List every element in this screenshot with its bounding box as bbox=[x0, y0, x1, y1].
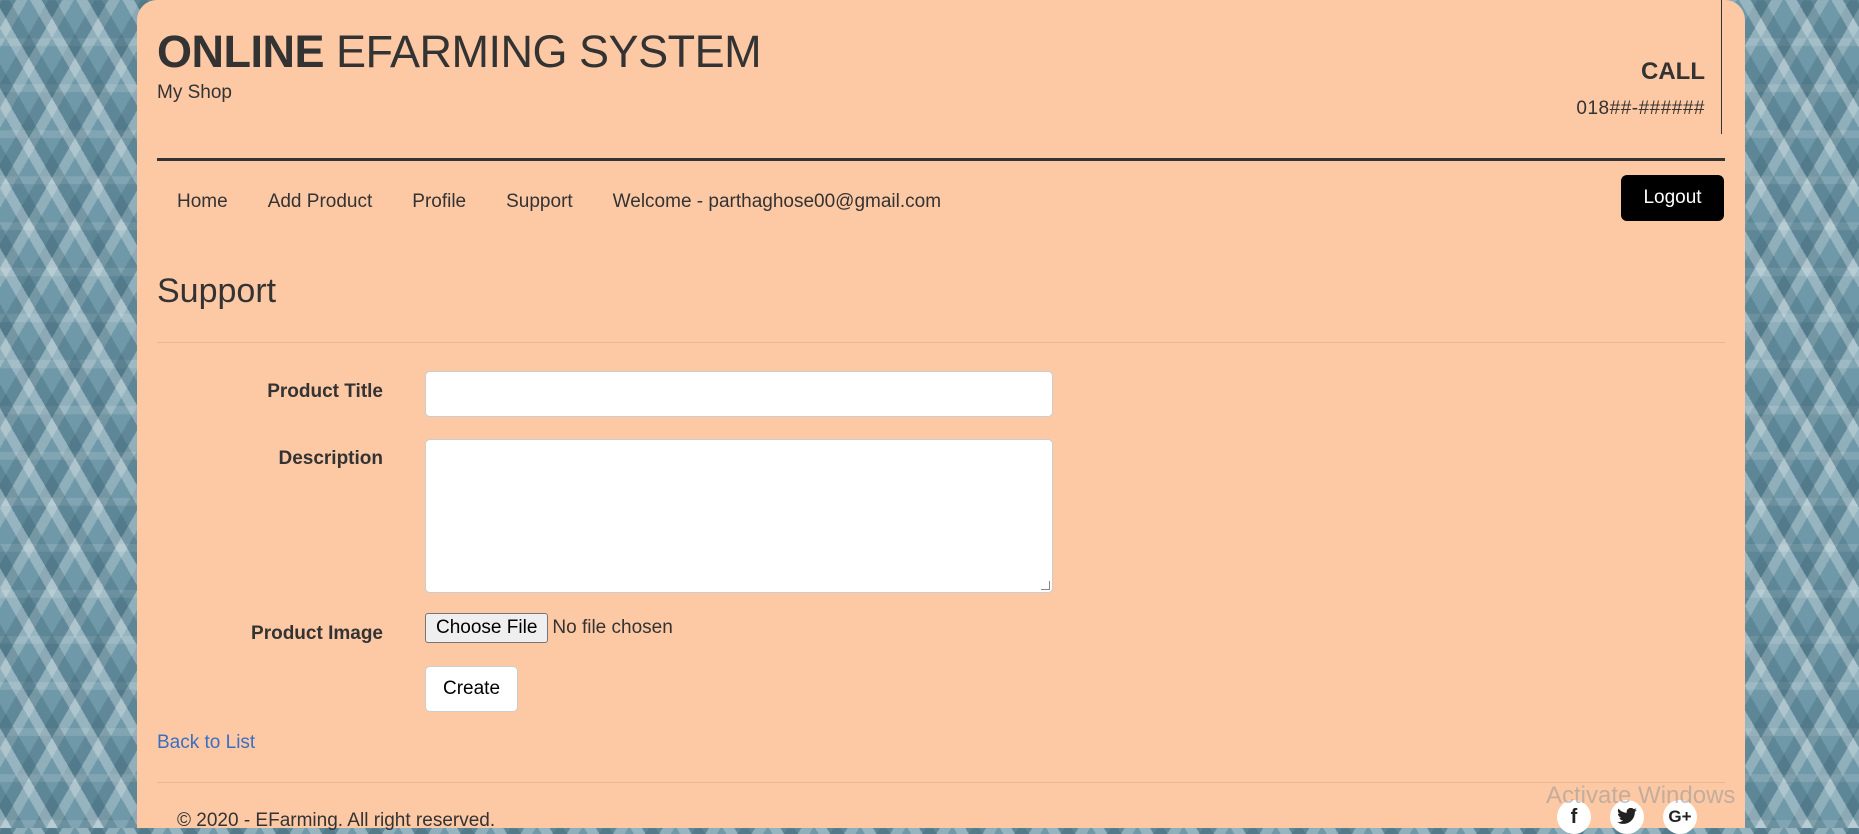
file-status: No file chosen bbox=[552, 617, 673, 638]
page-container: ONLINE EFARMING SYSTEM My Shop CALL 018#… bbox=[137, 0, 1745, 831]
back-to-list-link[interactable]: Back to List bbox=[157, 732, 255, 754]
brand-subtitle: My Shop bbox=[157, 82, 232, 103]
product-image-label: Product Image bbox=[251, 623, 383, 644]
product-title-label: Product Title bbox=[267, 381, 383, 402]
brand-title-rest: EFARMING SYSTEM bbox=[324, 26, 762, 77]
product-title-input[interactable] bbox=[425, 371, 1053, 417]
welcome-text: Welcome - parthaghose00@gmail.com bbox=[612, 191, 942, 212]
main-nav: Home Add Product Profile Support Welcome… bbox=[157, 180, 961, 224]
brand: ONLINE EFARMING SYSTEM My Shop bbox=[157, 26, 762, 104]
description-label: Description bbox=[278, 448, 383, 469]
call-info: CALL 018##-###### bbox=[1576, 58, 1705, 120]
choose-file-button[interactable]: Choose File bbox=[425, 613, 549, 643]
brand-title-bold: ONLINE bbox=[157, 26, 325, 77]
page-title: Support bbox=[157, 272, 277, 310]
description-textarea[interactable] bbox=[425, 439, 1053, 593]
brand-title: ONLINE EFARMING SYSTEM bbox=[157, 26, 762, 78]
logout-button[interactable]: Logout bbox=[1621, 175, 1724, 221]
activate-windows-watermark: Activate Windows bbox=[1546, 782, 1736, 809]
product-image-file-input: Choose File No file chosen bbox=[425, 613, 673, 643]
nav-profile[interactable]: Profile bbox=[392, 182, 486, 222]
title-divider bbox=[157, 342, 1725, 343]
header-divider-vertical bbox=[1721, 0, 1722, 134]
nav-home[interactable]: Home bbox=[157, 182, 248, 222]
footer-divider bbox=[157, 782, 1725, 783]
call-number: 018##-###### bbox=[1576, 98, 1705, 119]
resize-grip-icon[interactable] bbox=[1041, 581, 1050, 590]
footer-copyright: © 2020 - EFarming. All right reserved. bbox=[177, 810, 496, 831]
header-divider bbox=[157, 158, 1725, 161]
call-label: CALL bbox=[1641, 58, 1705, 85]
nav-support[interactable]: Support bbox=[486, 182, 593, 222]
nav-add-product[interactable]: Add Product bbox=[248, 182, 393, 222]
create-button[interactable]: Create bbox=[425, 666, 518, 712]
